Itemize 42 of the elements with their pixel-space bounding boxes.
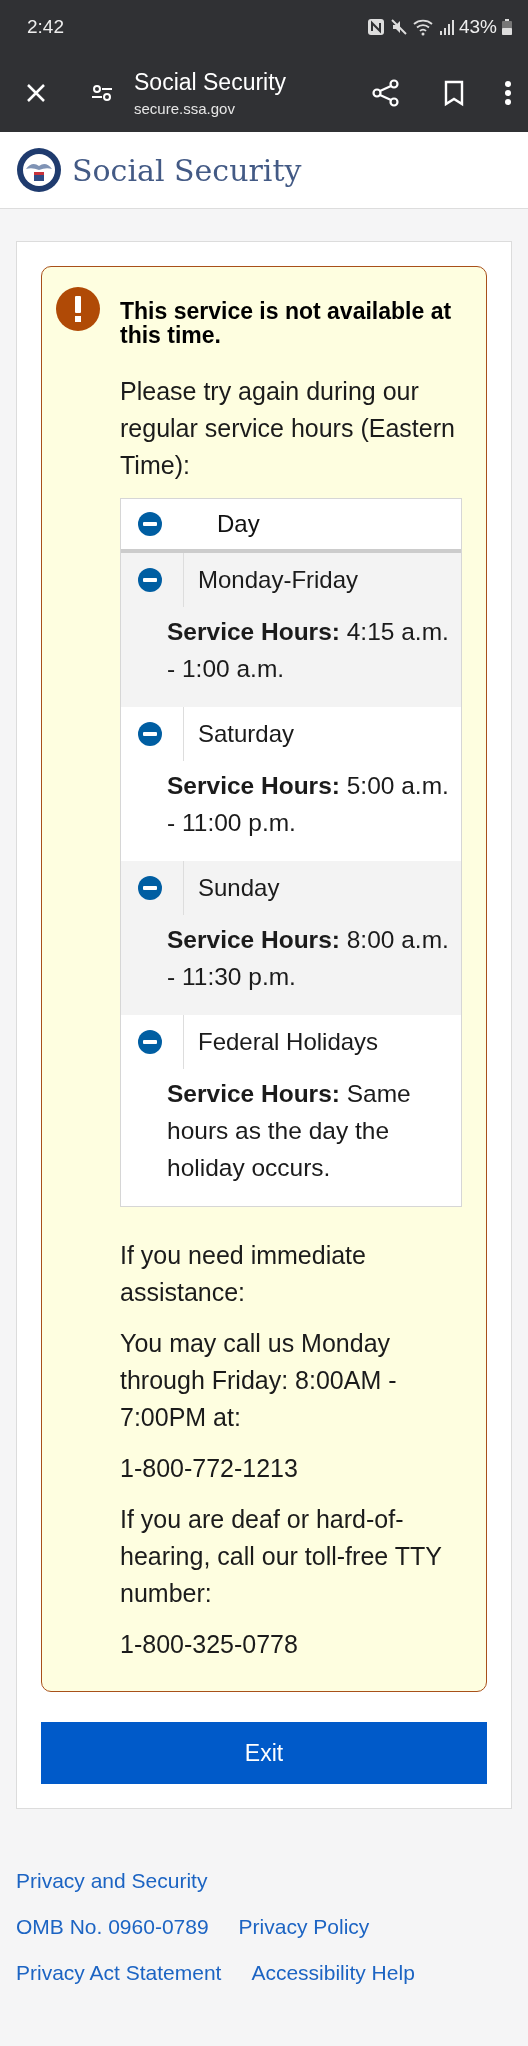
info-text: You may call us Monday through Friday: 8:00AM - 7:00PM at: <box>120 1328 398 1434</box>
seal-logo-icon <box>16 147 62 193</box>
day-cell: Sunday <box>183 861 280 916</box>
mute-icon <box>389 18 408 36</box>
intro-text: Please try again during our regular service hours (Eastern Time): <box>120 376 456 482</box>
page-title: Social Security <box>134 69 288 96</box>
collapse-button[interactable] <box>137 511 163 538</box>
battery-icon <box>502 19 512 35</box>
footer-link[interactable]: OMB No. 0960-0789 <box>16 1915 209 1940</box>
site-title: Social Security <box>72 152 302 188</box>
footer-link[interactable]: Privacy Act Statement <box>16 1961 222 1986</box>
status-time: 2:42 <box>27 16 64 38</box>
menu-icon <box>504 80 512 106</box>
bookmark-icon <box>442 79 466 107</box>
warning-icon <box>56 287 100 331</box>
share-icon <box>372 79 400 107</box>
day-cell: Monday-Friday <box>183 553 359 608</box>
battery-percent: 43% <box>458 16 497 38</box>
info-text: 1-800-772-1213 <box>120 1453 299 1485</box>
column-header: Day <box>217 510 260 539</box>
day-cell: Saturday <box>183 707 295 762</box>
collapse-button[interactable] <box>137 721 163 748</box>
day-cell: Federal Holidays <box>183 1015 379 1070</box>
hours-text: Service Hours: 5:00 a.m. - 11:00 p.m. <box>166 771 450 839</box>
footer-link[interactable]: Privacy Policy <box>238 1915 370 1940</box>
hours-text: Service Hours: 8:00 a.m. - 11:30 p.m. <box>166 925 450 993</box>
collapse-button[interactable] <box>137 567 163 594</box>
collapse-button[interactable] <box>137 875 163 902</box>
nfc-icon <box>366 18 385 36</box>
hours-text: Service Hours: 4:15 a.m. - 1:00 a.m. <box>166 617 450 685</box>
page-url: secure.ssa.gov <box>134 100 236 117</box>
info-text: 1-800-325-0778 <box>120 1629 299 1661</box>
exit-button[interactable]: Exit <box>41 1722 487 1785</box>
hours-text: Service Hours: Same hours as the day the holiday occurs. <box>166 1079 412 1184</box>
signal-icon <box>439 18 454 36</box>
alert-heading: This service is not available at this time. <box>120 299 453 348</box>
info-text: If you are deaf or hard-of-hearing, call our toll-free TTY number: <box>120 1504 443 1610</box>
footer-link[interactable]: Privacy and Security <box>16 1869 208 1894</box>
wifi-icon <box>412 18 435 36</box>
collapse-button[interactable] <box>137 1029 163 1056</box>
footer-link[interactable]: Accessibility Help <box>251 1961 415 1986</box>
info-text: If you need immediate assistance: <box>120 1240 367 1309</box>
